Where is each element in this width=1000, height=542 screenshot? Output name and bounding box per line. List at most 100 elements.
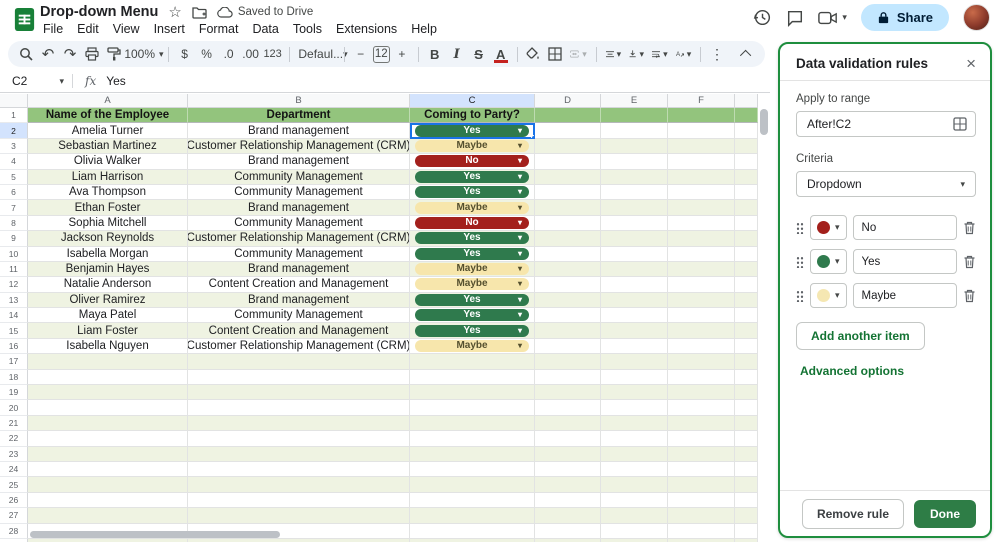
cell-D23[interactable] [535, 447, 601, 462]
cell-C2[interactable]: Yes▾ [410, 123, 535, 138]
cell-C21[interactable] [410, 416, 535, 431]
merge-cells-icon[interactable]: ▾ [567, 43, 589, 65]
cell-B18[interactable] [188, 370, 410, 385]
cell-C13[interactable]: Yes▾ [410, 293, 535, 308]
text-color-button[interactable]: A [491, 43, 511, 65]
cell-B16[interactable]: Customer Relationship Management (CRM) [188, 339, 410, 354]
cell-C3[interactable]: Maybe▾ [410, 139, 535, 154]
row-header-15[interactable]: 15 [0, 323, 28, 338]
dropdown-chip-maybe[interactable]: Maybe▾ [415, 278, 529, 290]
move-folder-icon[interactable] [192, 6, 207, 19]
cell-D22[interactable] [535, 431, 601, 446]
cell-B22[interactable] [188, 431, 410, 446]
sheets-logo-icon[interactable] [12, 7, 37, 32]
cell-x7[interactable] [735, 200, 758, 215]
item-label-input-2[interactable] [853, 283, 957, 308]
cell-A8[interactable]: Sophia Mitchell [28, 216, 188, 231]
row-header-12[interactable]: 12 [0, 277, 28, 292]
column-header-a[interactable]: A [28, 94, 188, 108]
menu-item-format[interactable]: Format [192, 21, 246, 37]
cell-C24[interactable] [410, 462, 535, 477]
cell-E8[interactable] [601, 216, 668, 231]
cell-C4[interactable]: No▾ [410, 154, 535, 169]
delete-item-icon[interactable] [963, 221, 976, 235]
cell-x16[interactable] [735, 339, 758, 354]
row-header-20[interactable]: 20 [0, 400, 28, 415]
cell-B24[interactable] [188, 462, 410, 477]
cell-C17[interactable] [410, 354, 535, 369]
cell-C14[interactable]: Yes▾ [410, 308, 535, 323]
meet-camera-icon[interactable]: ▾ [818, 11, 847, 25]
cell-E13[interactable] [601, 293, 668, 308]
column-header-b[interactable]: B [188, 94, 410, 108]
row-header-3[interactable]: 3 [0, 139, 28, 154]
cell-D6[interactable] [535, 185, 601, 200]
cell-F19[interactable] [668, 385, 735, 400]
row-header-24[interactable]: 24 [0, 462, 28, 477]
formula-input[interactable]: Yes [106, 74, 126, 88]
cell-F8[interactable] [668, 216, 735, 231]
undo-icon[interactable]: ↶ [38, 43, 58, 65]
dropdown-chip-yes[interactable]: Yes▾ [415, 325, 529, 337]
bold-button[interactable]: B [425, 43, 445, 65]
cell-D19[interactable] [535, 385, 601, 400]
cell-E14[interactable] [601, 308, 668, 323]
cell-C9[interactable]: Yes▾ [410, 231, 535, 246]
row-header-25[interactable]: 25 [0, 477, 28, 492]
cell-B20[interactable] [188, 400, 410, 415]
cell-D8[interactable] [535, 216, 601, 231]
document-title[interactable]: Drop-down Menu [40, 4, 158, 20]
cell-C23[interactable] [410, 447, 535, 462]
cell-E3[interactable] [601, 139, 668, 154]
cell-D7[interactable] [535, 200, 601, 215]
cell-D5[interactable] [535, 170, 601, 185]
cell-B6[interactable]: Community Management [188, 185, 410, 200]
cell-E9[interactable] [601, 231, 668, 246]
cell-C8[interactable]: No▾ [410, 216, 535, 231]
dropdown-chip-yes[interactable]: Yes▾ [415, 125, 529, 137]
cell-B25[interactable] [188, 477, 410, 492]
cell-D2[interactable] [535, 123, 601, 138]
cell-F4[interactable] [668, 154, 735, 169]
cell-A14[interactable]: Maya Patel [28, 308, 188, 323]
text-wrap-icon[interactable]: ▾ [649, 43, 671, 65]
row-header-7[interactable]: 7 [0, 200, 28, 215]
dropdown-chip-yes[interactable]: Yes▾ [415, 248, 529, 260]
menu-item-insert[interactable]: Insert [147, 21, 192, 37]
delete-item-icon[interactable] [963, 289, 976, 303]
row-header-16[interactable]: 16 [0, 339, 28, 354]
cell-A24[interactable] [28, 462, 188, 477]
cell-A26[interactable] [28, 493, 188, 508]
cell-E10[interactable] [601, 247, 668, 262]
cell-A7[interactable]: Ethan Foster [28, 200, 188, 215]
add-another-item-button[interactable]: Add another item [796, 322, 925, 350]
cell-B15[interactable]: Content Creation and Management [188, 323, 410, 338]
cell-x15[interactable] [735, 323, 758, 338]
row-header-4[interactable]: 4 [0, 154, 28, 169]
dropdown-chip-maybe[interactable]: Maybe▾ [415, 263, 529, 275]
item-label-input-1[interactable] [853, 249, 957, 274]
increase-font-size-button[interactable]: + [392, 43, 412, 65]
cell-x14[interactable] [735, 308, 758, 323]
cell-E23[interactable] [601, 447, 668, 462]
cell-C26[interactable] [410, 493, 535, 508]
cell-E2[interactable] [601, 123, 668, 138]
more-options-icon[interactable]: ⋮ [707, 43, 727, 65]
cell-F11[interactable] [668, 262, 735, 277]
row-header-22[interactable]: 22 [0, 431, 28, 446]
cell-B10[interactable]: Community Management [188, 247, 410, 262]
cell-E18[interactable] [601, 370, 668, 385]
cell-B11[interactable]: Brand management [188, 262, 410, 277]
cell-F9[interactable] [668, 231, 735, 246]
cell-A5[interactable]: Liam Harrison [28, 170, 188, 185]
cell-A15[interactable]: Liam Foster [28, 323, 188, 338]
row-header-6[interactable]: 6 [0, 185, 28, 200]
cell-C5[interactable]: Yes▾ [410, 170, 535, 185]
cell-E15[interactable] [601, 323, 668, 338]
cell-A12[interactable]: Natalie Anderson [28, 277, 188, 292]
cell-A13[interactable]: Oliver Ramirez [28, 293, 188, 308]
dropdown-chip-maybe[interactable]: Maybe▾ [415, 140, 529, 152]
cell-E28[interactable] [601, 524, 668, 539]
cell-F27[interactable] [668, 508, 735, 523]
redo-icon[interactable]: ↷ [60, 43, 80, 65]
